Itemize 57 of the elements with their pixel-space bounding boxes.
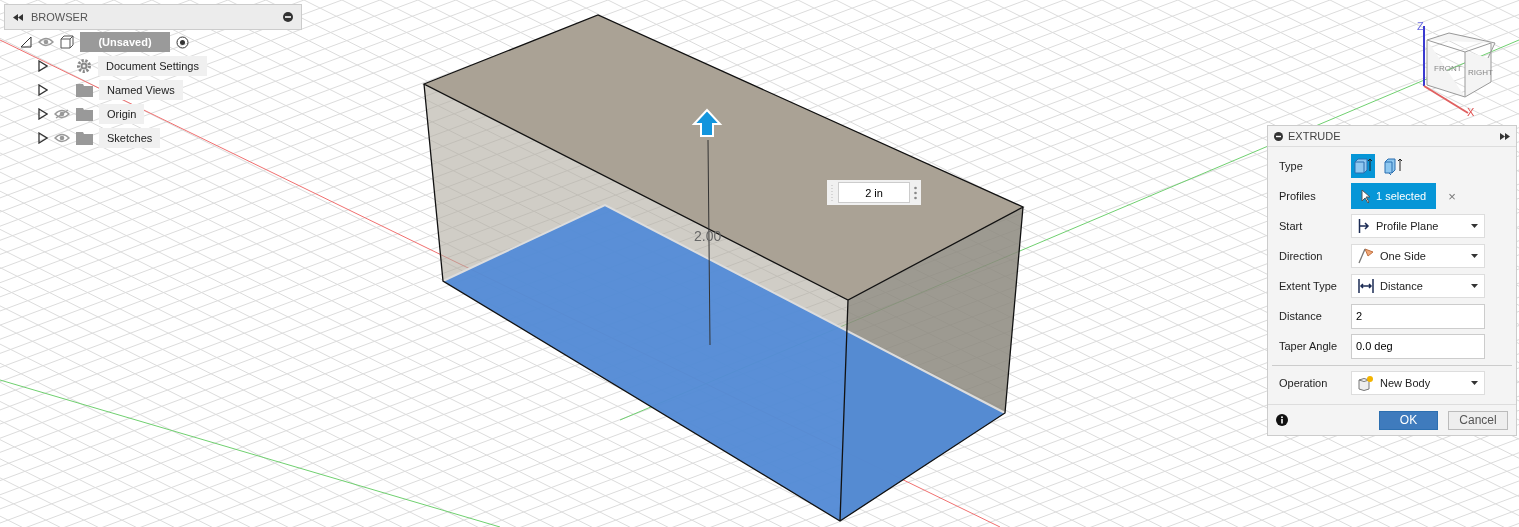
flag-icon (1358, 248, 1374, 264)
start-plane-icon (1358, 219, 1370, 233)
caret-icon (1471, 254, 1478, 258)
caret-icon (1471, 224, 1478, 228)
axis-label: Z (1417, 20, 1424, 32)
panel-title: BROWSER (31, 11, 89, 23)
axis-label: X (1467, 106, 1475, 118)
dropdown[interactable]: Profile Plane (1351, 214, 1485, 238)
field-label: Taper Angle (1279, 340, 1339, 352)
field-label: Distance (1279, 310, 1323, 322)
drag-arrow-drawing[interactable] (691, 108, 723, 346)
eye-icon[interactable] (38, 37, 54, 47)
distance-icon (1358, 279, 1374, 293)
field-label: Direction (1279, 250, 1324, 262)
field-label: Start (1279, 220, 1304, 232)
input-field[interactable]: 2 (1351, 303, 1485, 329)
browser-item[interactable]: Named Views (99, 80, 183, 100)
folder-icon (76, 131, 93, 145)
clear-button[interactable]: × (1448, 188, 1456, 204)
expand-icon[interactable] (38, 84, 48, 96)
expand-icon[interactable] (38, 108, 48, 120)
caret-icon (1471, 284, 1478, 288)
folder-icon (76, 107, 93, 121)
field-label: Extent Type (1279, 280, 1338, 292)
extrude-type-button[interactable] (1351, 154, 1375, 178)
hidden-eye-icon[interactable] (54, 109, 70, 119)
dropdown[interactable]: New Body (1351, 371, 1485, 395)
caret-icon (1471, 381, 1478, 385)
dropdown[interactable]: One Side (1351, 244, 1485, 268)
expand-icon[interactable] (38, 132, 48, 144)
collapse-icon[interactable] (20, 36, 32, 48)
cursor-icon (1361, 189, 1370, 203)
radio-icon[interactable] (176, 35, 189, 49)
new-body-icon (1358, 375, 1374, 391)
expand-icon[interactable] (38, 60, 48, 72)
dropdown[interactable]: Distance (1351, 274, 1485, 298)
collapse-panel-icon[interactable] (13, 13, 23, 21)
input-field[interactable]: 0.0 deg (1351, 333, 1485, 359)
browser-item[interactable]: Sketches (99, 128, 161, 148)
gear-icon (76, 58, 92, 74)
ok-button[interactable]: OK (1379, 410, 1438, 430)
cube-icon (60, 35, 74, 49)
browser-item[interactable]: Document Settings (98, 56, 207, 76)
minimize-icon[interactable] (1274, 131, 1283, 141)
dialog-title: EXTRUDE (1288, 130, 1342, 142)
info-icon[interactable] (1276, 414, 1288, 426)
field-label: Operation (1279, 377, 1329, 389)
expand-panel-icon[interactable] (1500, 132, 1510, 140)
input-field[interactable]: 2 in (838, 182, 910, 203)
folder-icon (76, 83, 93, 97)
more-icon[interactable] (914, 185, 917, 200)
eye-icon[interactable] (54, 133, 70, 143)
browser-item[interactable]: Origin (99, 104, 145, 124)
field-label: Profiles (1279, 190, 1317, 202)
cancel-button[interactable]: Cancel (1448, 410, 1508, 430)
field-label: Type (1279, 160, 1304, 172)
minimize-icon[interactable] (283, 12, 293, 22)
